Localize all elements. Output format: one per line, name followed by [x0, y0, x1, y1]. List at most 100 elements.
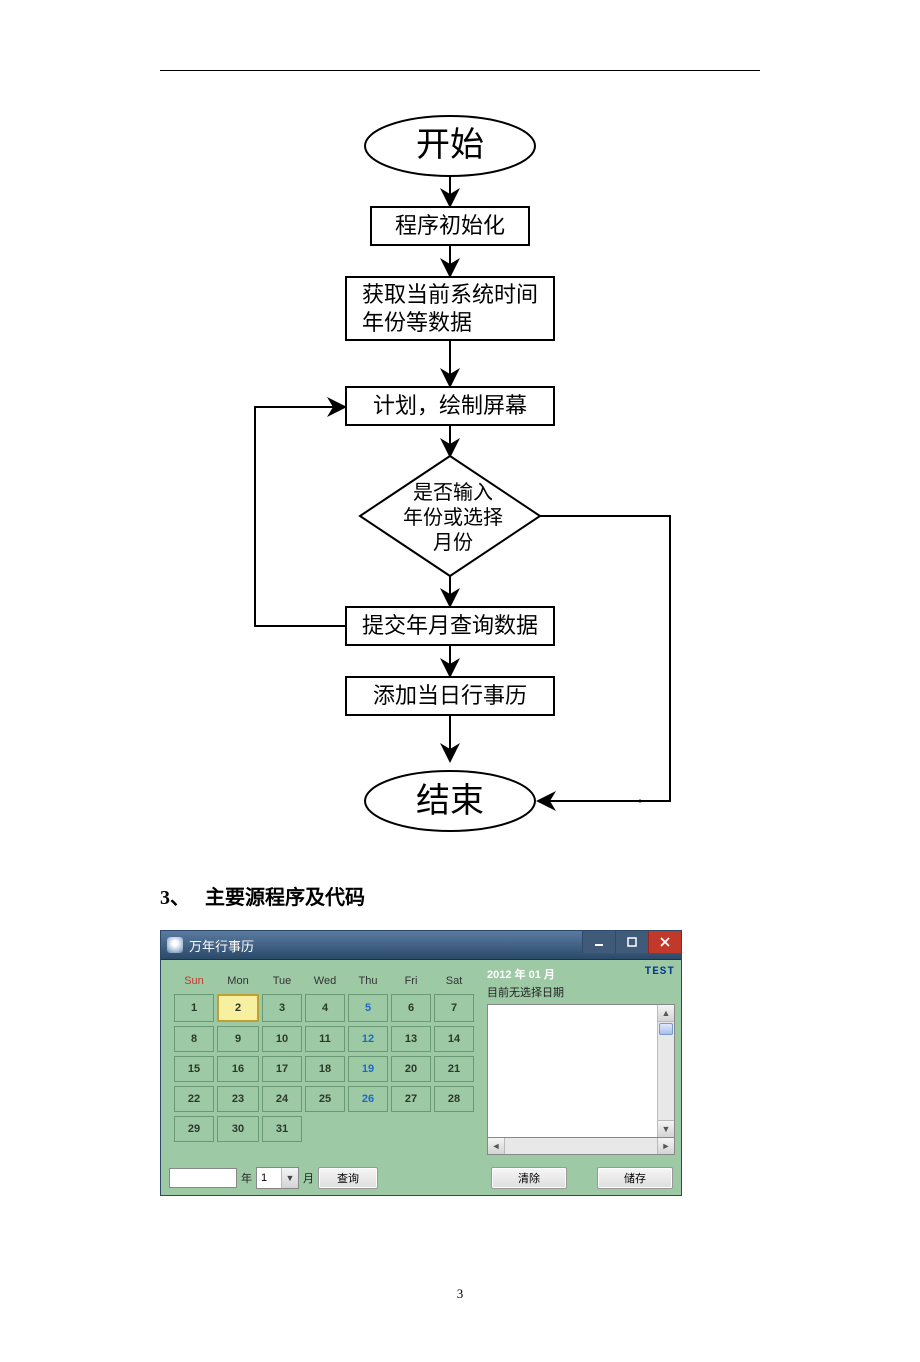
flow-start: 开始	[380, 125, 520, 168]
section-number: 3、	[160, 887, 190, 909]
scroll-thumb[interactable]	[659, 1023, 673, 1035]
calendar-cell[interactable]: 20	[391, 1056, 431, 1082]
month-value: 1	[257, 1172, 281, 1184]
calendar-area: SunMonTueWedThuFriSat 123456789101112131…	[161, 960, 483, 1161]
scroll-down-icon[interactable]: ▼	[658, 1120, 674, 1137]
vertical-scrollbar[interactable]: ▲ ▼	[657, 1005, 674, 1137]
section-heading: 3、 主要源程序及代码	[160, 881, 760, 910]
flowchart: 开始 程序初始化 获取当前系统时间 年份等数据 计划，绘制屏幕 是否输入 年份或…	[230, 111, 690, 841]
flow-gettime-box: 获取当前系统时间 年份等数据	[345, 276, 555, 341]
window-controls	[582, 931, 681, 953]
calendar-cell[interactable]: 1	[174, 994, 214, 1022]
calendar-cell[interactable]: 6	[391, 994, 431, 1022]
calendar-row: 1234567	[174, 994, 474, 1022]
calendar-cell[interactable]: 21	[434, 1056, 474, 1082]
app-window: 万年行事历 SunMonTueWedThuFriSat 123456789101…	[160, 930, 682, 1196]
calendar-cell[interactable]: 18	[305, 1056, 345, 1082]
flow-plan-label: 计划，绘制屏幕	[373, 392, 527, 420]
weekday-sat: Sat	[434, 972, 474, 990]
calendar-row: 293031	[174, 1116, 474, 1142]
calendar-cell	[434, 1116, 474, 1142]
flow-decision-label: 是否输入 年份或选择 月份	[388, 481, 518, 556]
calendar-cell[interactable]: 11	[305, 1026, 345, 1052]
calendar-cell[interactable]: 14	[434, 1026, 474, 1052]
calendar-cell[interactable]: 7	[434, 994, 474, 1022]
calendar-table: SunMonTueWedThuFriSat 123456789101112131…	[171, 968, 477, 1146]
calendar-cell[interactable]: 9	[217, 1026, 259, 1052]
flow-end: 结束	[380, 781, 520, 824]
calendar-cell[interactable]: 28	[434, 1086, 474, 1112]
clear-button[interactable]: 清除	[491, 1167, 567, 1189]
calendar-cell[interactable]: 31	[262, 1116, 302, 1142]
chevron-down-icon[interactable]: ▼	[281, 1168, 298, 1188]
java-icon	[167, 937, 183, 953]
weekday-tue: Tue	[262, 972, 302, 990]
flow-init-box: 程序初始化	[370, 206, 530, 246]
flow-plan-box: 计划，绘制屏幕	[345, 386, 555, 426]
calendar-row: 22232425262728	[174, 1086, 474, 1112]
calendar-cell[interactable]: 30	[217, 1116, 259, 1142]
calendar-cell[interactable]: 2	[217, 994, 259, 1022]
calendar-cell[interactable]: 15	[174, 1056, 214, 1082]
calendar-cell[interactable]: 29	[174, 1116, 214, 1142]
calendar-cell	[305, 1116, 345, 1142]
scroll-up-icon[interactable]: ▲	[658, 1005, 674, 1022]
calendar-cell[interactable]: 4	[305, 994, 345, 1022]
horizontal-scrollbar[interactable]: ◄ ►	[487, 1138, 675, 1155]
calendar-header-row: SunMonTueWedThuFriSat	[174, 972, 474, 990]
calendar-cell[interactable]: 5	[348, 994, 388, 1022]
flow-addcal-box: 添加当日行事历	[345, 676, 555, 716]
calendar-row: 891011121314	[174, 1026, 474, 1052]
calendar-cell[interactable]: 26	[348, 1086, 388, 1112]
weekday-sun: Sun	[174, 972, 214, 990]
bottom-bar: 年 1 ▼ 月 查询 清除 储存	[161, 1161, 681, 1195]
month-label: 月	[303, 1170, 314, 1186]
right-panel: 2012 年 01 月 TEST 目前无选择日期 ▲ ▼ ◄ ►	[483, 960, 681, 1161]
minimize-icon	[594, 937, 604, 947]
weekday-fri: Fri	[391, 972, 431, 990]
weekday-wed: Wed	[305, 972, 345, 990]
calendar-cell[interactable]: 24	[262, 1086, 302, 1112]
weekday-mon: Mon	[217, 972, 259, 990]
month-combo[interactable]: 1 ▼	[256, 1167, 299, 1189]
flow-addcal-label: 添加当日行事历	[373, 682, 527, 710]
calendar-cell[interactable]: 25	[305, 1086, 345, 1112]
flow-submit-box: 提交年月查询数据	[345, 606, 555, 646]
current-month-label: 2012 年 01 月	[487, 966, 555, 982]
year-input[interactable]	[169, 1168, 237, 1188]
close-button[interactable]	[648, 931, 681, 953]
section-title: 主要源程序及代码	[205, 887, 365, 909]
calendar-cell[interactable]: 22	[174, 1086, 214, 1112]
close-icon	[660, 937, 670, 947]
calendar-cell[interactable]: 13	[391, 1026, 431, 1052]
window-title: 万年行事历	[189, 936, 254, 955]
calendar-cell[interactable]: 3	[262, 994, 302, 1022]
notes-textarea[interactable]: ▲ ▼	[487, 1004, 675, 1138]
calendar-cell[interactable]: 17	[262, 1056, 302, 1082]
flow-init-label: 程序初始化	[395, 212, 505, 240]
test-label: TEST	[645, 966, 675, 982]
minimize-button[interactable]	[582, 931, 615, 953]
maximize-icon	[627, 937, 637, 947]
scroll-right-icon[interactable]: ►	[657, 1138, 674, 1154]
titlebar[interactable]: 万年行事历	[161, 931, 681, 960]
page-number: 3	[0, 1286, 920, 1302]
calendar-cell[interactable]: 12	[348, 1026, 388, 1052]
calendar-cell[interactable]: 23	[217, 1086, 259, 1112]
calendar-cell[interactable]: 27	[391, 1086, 431, 1112]
calendar-cell	[348, 1116, 388, 1142]
scroll-left-icon[interactable]: ◄	[488, 1138, 505, 1154]
top-rule	[160, 70, 760, 71]
save-button[interactable]: 储存	[597, 1167, 673, 1189]
calendar-cell[interactable]: 10	[262, 1026, 302, 1052]
flow-submit-label: 提交年月查询数据	[362, 612, 538, 640]
calendar-cell	[391, 1116, 431, 1142]
query-button[interactable]: 查询	[318, 1167, 378, 1189]
calendar-cell[interactable]: 8	[174, 1026, 214, 1052]
maximize-button[interactable]	[615, 931, 648, 953]
calendar-cell[interactable]: 19	[348, 1056, 388, 1082]
weekday-thu: Thu	[348, 972, 388, 990]
flow-gettime-label: 获取当前系统时间 年份等数据	[362, 281, 538, 336]
year-label: 年	[241, 1170, 252, 1186]
calendar-cell[interactable]: 16	[217, 1056, 259, 1082]
